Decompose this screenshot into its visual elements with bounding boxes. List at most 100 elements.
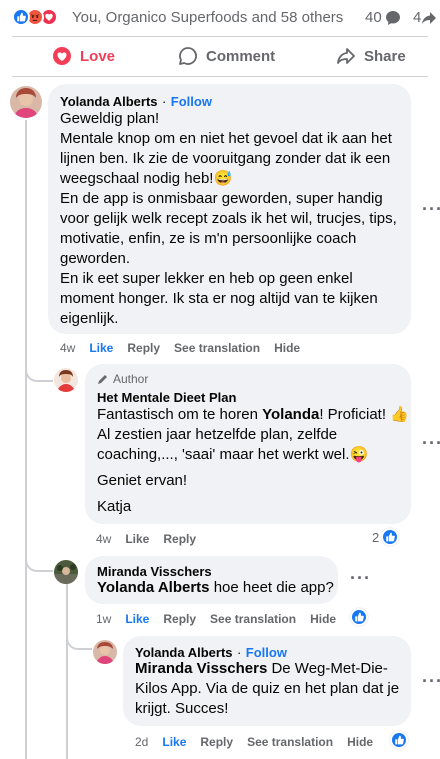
follow-button[interactable]: Follow <box>246 645 287 660</box>
avatar[interactable] <box>54 560 78 584</box>
text-run: Fantastisch om te horen <box>97 406 263 423</box>
love-icon <box>53 47 71 65</box>
comment-text: Yolanda Alberts hoe heet die app? <box>97 578 334 598</box>
text-run: De Weg-Met-Die- <box>267 660 388 677</box>
thread-line-main-lower <box>25 570 27 759</box>
reply-link[interactable]: Reply <box>200 735 233 749</box>
comment-text: Miranda Visschers De Weg-Met-Die- Kilos … <box>135 659 399 719</box>
share-icon <box>337 48 355 64</box>
comment-bubble-icon <box>385 10 400 25</box>
comment-label: Comment <box>206 47 276 65</box>
comment-line: Geniet ervan! <box>97 472 188 489</box>
comment-line: Kilos App. Via de quiz en het plan dat j… <box>135 680 400 697</box>
comment-line: eigenlijk. <box>60 310 119 327</box>
like-reaction-icon <box>12 8 30 26</box>
author-tag-label: Author <box>113 372 149 386</box>
reactions-bar: You, Organico Superfoods and 58 others 4… <box>0 0 440 34</box>
text-run: ! Proficiat! 👍 <box>319 406 409 423</box>
author-badge: Author <box>97 372 148 386</box>
comment-author[interactable]: Yolanda Alberts <box>135 645 233 660</box>
comment-author[interactable]: Miranda Visschers <box>97 564 212 579</box>
comment-time[interactable]: 2d <box>135 735 148 749</box>
mention-name[interactable]: Miranda Visschers <box>135 660 267 677</box>
like-count-badge[interactable]: 2 <box>372 528 400 546</box>
comment-line: weegschaal nodig heb!😅 <box>60 170 233 187</box>
like-count-badge[interactable] <box>390 731 408 749</box>
more-options-icon[interactable]: ··· <box>422 671 440 692</box>
share-count-value: 4 <box>413 9 422 26</box>
comment-line: geworden. <box>60 250 131 267</box>
divider-bottom <box>12 76 428 77</box>
more-options-icon[interactable]: ··· <box>422 433 440 454</box>
pen-icon <box>98 375 107 384</box>
reaction-icons[interactable] <box>12 8 58 26</box>
separator-dot: · <box>161 94 167 109</box>
thread-line-sub <box>66 584 68 759</box>
comment-text: Fantastisch om te horen Yolanda! Profici… <box>97 405 409 517</box>
see-translation-link[interactable]: See translation <box>247 735 333 749</box>
separator-dot: · <box>236 645 242 660</box>
comment-icon <box>179 47 197 65</box>
like-link[interactable]: Like <box>89 341 113 355</box>
post-actions: Love Comment Share <box>0 38 440 74</box>
like-count-badge[interactable] <box>350 608 368 626</box>
divider-top <box>12 36 428 37</box>
thread-line-main <box>25 120 27 590</box>
love-button[interactable]: Love <box>52 38 115 74</box>
comment-meta: 4w Like Reply See translation Hide <box>60 341 314 355</box>
comment-author[interactable]: Het Mentale Dieet Plan <box>97 390 236 405</box>
comment-bubble: Miranda Visschers Yolanda Alberts hoe he… <box>85 556 338 604</box>
comment-meta: 2d Like Reply See translation Hide <box>135 735 387 749</box>
more-options-icon[interactable]: ··· <box>422 199 440 220</box>
share-label: Share <box>364 47 406 65</box>
avatar[interactable] <box>93 640 117 664</box>
reply-link[interactable]: Reply <box>127 341 160 355</box>
comment-count[interactable]: 40 <box>365 9 401 26</box>
share-button[interactable]: Share <box>336 38 406 74</box>
thread-branch-1 <box>25 360 53 382</box>
like-icon <box>350 608 368 626</box>
comment-line: lijnen ben. Ik zie de vooruitgang zonder… <box>60 150 391 167</box>
comment-line: Al zestien jaar hetzelfde plan, zelfde <box>97 426 338 443</box>
comment-line: coaching,..., 'saai' maar het werkt wel.… <box>97 446 369 463</box>
comment-line: Katja <box>97 498 132 515</box>
mention-name[interactable]: Yolanda <box>262 406 319 423</box>
like-link[interactable]: Like <box>125 612 149 626</box>
comment-line: Mentale knop om en niet het gevoel dat i… <box>60 130 392 147</box>
like-icon <box>381 528 400 546</box>
like-link[interactable]: Like <box>162 735 186 749</box>
see-translation-link[interactable]: See translation <box>174 341 260 355</box>
like-link[interactable]: Like <box>125 532 149 546</box>
avatar[interactable] <box>54 368 78 392</box>
hide-link[interactable]: Hide <box>347 735 373 749</box>
comment-time[interactable]: 1w <box>96 612 111 626</box>
comment-line: motivatie, enfin, ze is m'n persoonlijke… <box>60 230 357 247</box>
follow-button[interactable]: Follow <box>171 94 212 109</box>
comment-button[interactable]: Comment <box>178 38 275 74</box>
text-run: hoe heet die app? <box>209 579 334 596</box>
comment-time[interactable]: 4w <box>60 341 75 355</box>
comment-count-value: 40 <box>365 9 382 26</box>
comment-author[interactable]: Yolanda Alberts <box>60 94 158 109</box>
share-arrow-icon <box>422 11 437 24</box>
comment-text: Geweldig plan! Mentale knop om en niet h… <box>60 109 397 329</box>
reply-link[interactable]: Reply <box>163 532 196 546</box>
like-count: 2 <box>372 529 380 545</box>
comment-line: En de app is onmisbaar geworden, super h… <box>60 190 383 207</box>
hide-link[interactable]: Hide <box>274 341 300 355</box>
share-count[interactable]: 4 <box>413 9 437 26</box>
comment-meta: 1w Like Reply See translation Hide <box>96 612 350 626</box>
love-label: Love <box>80 47 116 65</box>
mention-name[interactable]: Yolanda Alberts <box>97 579 210 596</box>
comment-line: Geweldig plan! <box>60 110 160 127</box>
reaction-summary[interactable]: You, Organico Superfoods and 58 others <box>72 9 343 26</box>
hide-link[interactable]: Hide <box>310 612 336 626</box>
like-icon <box>390 731 408 749</box>
comment-time[interactable]: 4w <box>96 532 111 546</box>
avatar[interactable] <box>10 86 42 118</box>
comment-bubble: Author Het Mentale Dieet Plan Fantastisc… <box>85 364 411 524</box>
more-options-icon[interactable]: ··· <box>350 568 371 589</box>
reply-link[interactable]: Reply <box>163 612 196 626</box>
comment-line: moment honger. Ik sta er nog altijd van … <box>60 290 378 307</box>
see-translation-link[interactable]: See translation <box>210 612 296 626</box>
